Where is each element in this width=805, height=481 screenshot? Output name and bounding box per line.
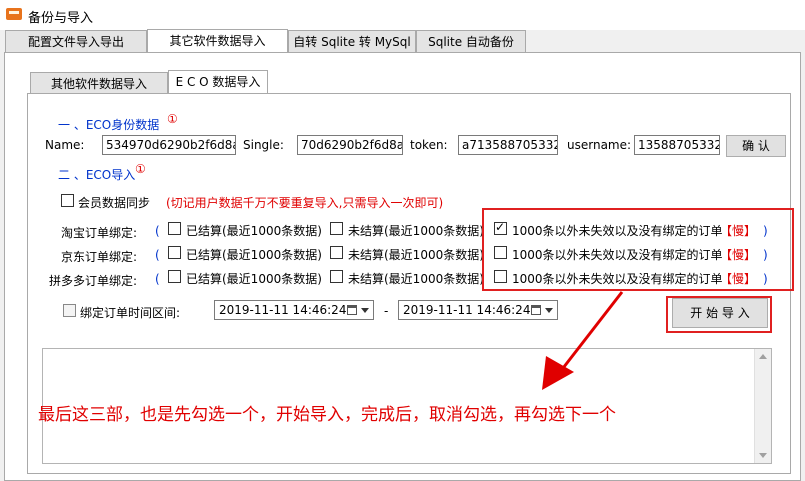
- duplicate-import-warning: (切记用户数据千万不要重复导入,只需导入一次即可): [166, 196, 444, 210]
- pdd-bind-label: 拼多多订单绑定:: [49, 274, 138, 288]
- pdd-unsettled-label: 未结算(最近1000条数据): [348, 272, 484, 286]
- jd-unsettled-checkbox[interactable]: [330, 246, 343, 259]
- jd-settled-checkbox[interactable]: [168, 246, 181, 259]
- chevron-down-icon: [361, 308, 369, 313]
- step-marker-1: ①: [167, 112, 178, 126]
- tab-eco-data-import[interactable]: E C O 数据导入: [168, 70, 268, 94]
- pdd-settled-checkbox[interactable]: [168, 270, 181, 283]
- scroll-up-icon[interactable]: [759, 354, 767, 359]
- bind-time-checkbox[interactable]: [63, 304, 76, 317]
- tab-other-software-data[interactable]: 其他软件数据导入: [30, 72, 168, 94]
- username-field[interactable]: 13588705332: [634, 135, 720, 155]
- confirm-button[interactable]: 确 认: [726, 135, 786, 157]
- member-sync-checkbox[interactable]: [61, 194, 74, 207]
- app-icon: [6, 8, 22, 20]
- tab-sqlite-auto-backup[interactable]: Sqlite 自动备份: [416, 30, 526, 52]
- jd-settled-label: 已结算(最近1000条数据): [186, 248, 322, 262]
- window-title: 备份与导入: [28, 11, 94, 26]
- jd-unsettled-label: 未结算(最近1000条数据): [348, 248, 484, 262]
- highlight-box-other-orders: [482, 208, 794, 291]
- tab-config-import-export[interactable]: 配置文件导入导出: [5, 30, 147, 52]
- taobao-settled-label: 已结算(最近1000条数据): [186, 224, 322, 238]
- taobao-unsettled-checkbox[interactable]: [330, 222, 343, 235]
- single-field[interactable]: 70d6290b2f6d8a7: [297, 135, 403, 155]
- tab-other-software-import[interactable]: 其它软件数据导入: [147, 29, 288, 53]
- token-label: token:: [410, 138, 448, 152]
- open-paren: (: [155, 272, 160, 286]
- annotation-arrow-icon: [542, 291, 624, 390]
- log-scrollbar[interactable]: [754, 349, 771, 463]
- tab-sqlite-to-mysql[interactable]: 自转 Sqlite 转 MySql: [288, 30, 416, 52]
- taobao-settled-checkbox[interactable]: [168, 222, 181, 235]
- step-marker-2: ①: [135, 162, 146, 176]
- member-sync-label: 会员数据同步: [78, 196, 151, 210]
- date-to-value: 2019-11-11 14:46:24: [403, 303, 531, 317]
- date-from-picker[interactable]: 2019-11-11 14:46:24: [214, 300, 374, 320]
- date-from-value: 2019-11-11 14:46:24: [219, 303, 347, 317]
- scroll-down-icon[interactable]: [759, 453, 767, 458]
- name-label: Name:: [45, 138, 85, 152]
- taobao-bind-label: 淘宝订单绑定:: [61, 226, 138, 240]
- title-bar: [0, 0, 805, 30]
- highlight-box-start-button: [666, 296, 772, 333]
- single-label: Single:: [243, 138, 284, 152]
- calendar-icon: [347, 305, 357, 315]
- open-paren: (: [155, 248, 160, 262]
- bind-time-label: 绑定订单时间区间:: [80, 306, 181, 320]
- open-paren: (: [155, 224, 160, 238]
- pdd-unsettled-checkbox[interactable]: [330, 270, 343, 283]
- token-field[interactable]: a713588705332: [458, 135, 558, 155]
- eco-identity-heading: 一 、ECO身份数据: [58, 118, 160, 132]
- date-separator: -: [384, 304, 389, 318]
- jd-bind-label: 京东订单绑定:: [61, 250, 138, 264]
- taobao-unsettled-label: 未结算(最近1000条数据): [348, 224, 484, 238]
- name-field[interactable]: 534970d6290b2f6d8a7: [102, 135, 236, 155]
- pdd-settled-label: 已结算(最近1000条数据): [186, 272, 322, 286]
- username-label: username:: [567, 138, 632, 152]
- instruction-annotation: 最后这三部，也是先勾选一个，开始导入，完成后，取消勾选，再勾选下一个: [38, 405, 616, 425]
- eco-import-heading: 二 、ECO导入: [58, 168, 136, 182]
